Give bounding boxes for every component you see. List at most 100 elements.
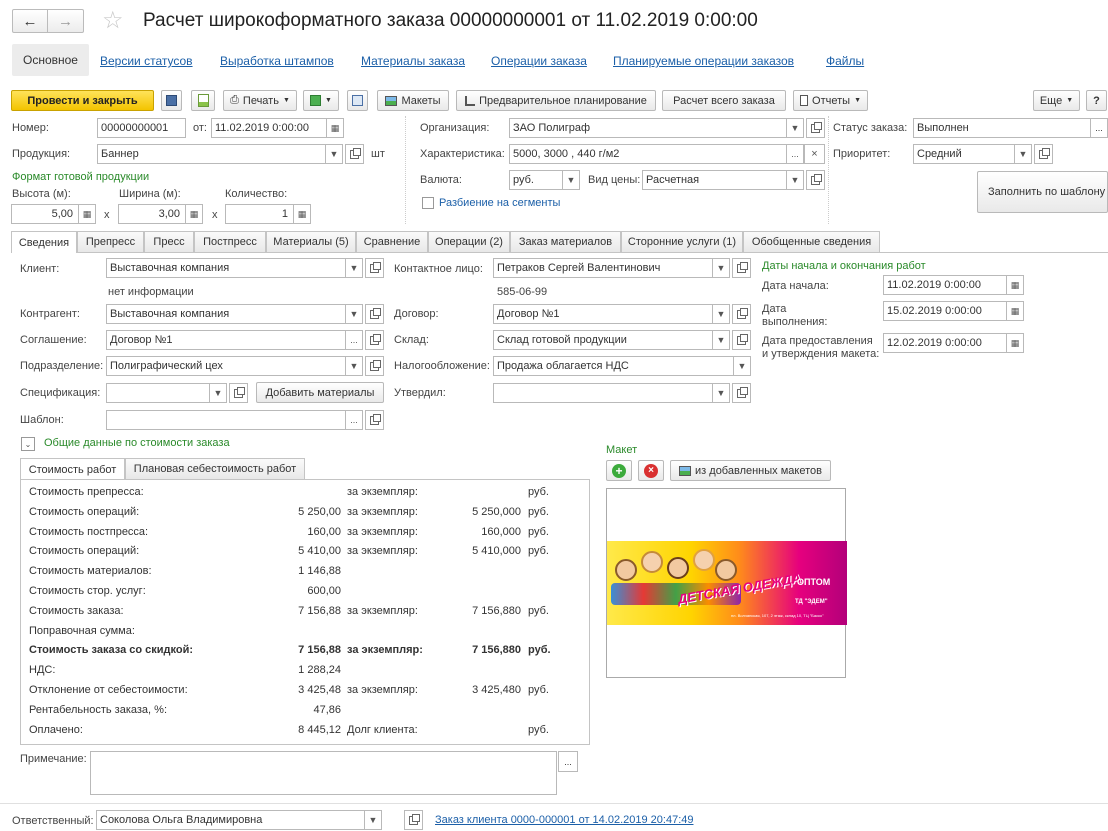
cost-tab-work[interactable]: Стоимость работ [20, 458, 125, 480]
calendar-icon[interactable]: ▦ [1006, 302, 1023, 320]
done-date-field[interactable]: 15.02.2019 0:00:00 ▦ [883, 301, 1024, 321]
calculator-icon[interactable]: ▦ [185, 205, 202, 223]
calc-all-button[interactable]: Расчет всего заказа [662, 90, 786, 111]
contact-open-button[interactable] [732, 258, 751, 278]
tab-operations[interactable]: Операции (2) [428, 231, 510, 252]
status-ellipsis-button[interactable]: ... [1090, 118, 1108, 138]
dropdown-arrow-icon[interactable]: ▼ [786, 171, 803, 189]
post-and-close-button[interactable]: Провести и закрыть [11, 90, 154, 111]
agreement-open-button[interactable] [365, 330, 384, 350]
height-field[interactable]: 5,00 ▦ [11, 204, 96, 224]
template-open-button[interactable] [365, 410, 384, 430]
ellipsis-icon[interactable]: ... [345, 331, 362, 349]
calculator-icon[interactable]: ▦ [293, 205, 310, 223]
calendar-icon[interactable]: ▦ [1006, 334, 1023, 352]
cost-tab-planned[interactable]: Плановая себестоимость работ [125, 458, 305, 479]
agreement-field[interactable]: Договор №1 ... [106, 330, 363, 350]
counterparty-field[interactable]: Выставочная компания ▼ [106, 304, 363, 324]
dropdown-arrow-icon[interactable]: ▼ [1014, 145, 1031, 163]
layouts-button[interactable]: Макеты [377, 90, 449, 111]
responsible-field[interactable]: Соколова Ольга Владимировна ▼ [96, 810, 382, 830]
segments-checkbox[interactable] [422, 197, 434, 209]
post-button[interactable] [191, 90, 215, 111]
create-based-on-button[interactable]: ▼ [303, 90, 339, 111]
topnav-item-planned-operations[interactable]: Планируемые операции заказов [613, 54, 794, 68]
more-button[interactable]: Еще ▼ [1033, 90, 1080, 111]
note-textarea[interactable] [90, 751, 557, 795]
template-field[interactable]: ... [106, 410, 363, 430]
structure-button[interactable] [347, 90, 368, 111]
favorite-star-icon[interactable]: ☆ [102, 6, 124, 35]
dropdown-arrow-icon[interactable]: ▼ [562, 171, 579, 189]
tab-external-services[interactable]: Сторонние услуги (1) [621, 231, 743, 252]
date-field[interactable]: 11.02.2019 0:00:00 ▦ [211, 118, 344, 138]
tax-field[interactable]: Продажа облагается НДС ▼ [493, 356, 751, 376]
tab-materials[interactable]: Материалы (5) [266, 231, 356, 252]
client-open-button[interactable] [365, 258, 384, 278]
characteristic-clear-button[interactable]: × [804, 144, 825, 164]
dropdown-arrow-icon[interactable]: ▼ [345, 305, 362, 323]
price-type-open-button[interactable] [806, 170, 825, 190]
topnav-item-order-materials[interactable]: Материалы заказа [361, 54, 465, 68]
contract-open-button[interactable] [732, 304, 751, 324]
currency-field[interactable]: руб. ▼ [509, 170, 580, 190]
product-open-button[interactable] [345, 144, 364, 164]
status-field[interactable]: Выполнен [913, 118, 1108, 138]
fill-by-template-button[interactable]: Заполнить по шаблону [977, 171, 1108, 213]
print-button[interactable]: ⎙ Печать ▼ [223, 90, 297, 111]
preplanning-button[interactable]: Предварительное планирование [456, 90, 656, 111]
cost-group-toggle[interactable]: ⌄ [21, 437, 35, 451]
help-button[interactable]: ? [1086, 90, 1107, 111]
approved-field[interactable]: ▼ [493, 383, 730, 403]
dropdown-arrow-icon[interactable]: ▼ [345, 357, 362, 375]
save-button[interactable] [161, 90, 182, 111]
characteristic-field[interactable]: 5000, 3000 , 440 г/м2 ... [509, 144, 804, 164]
tab-material-order[interactable]: Заказ материалов [510, 231, 621, 252]
add-layout-button[interactable]: + [606, 460, 632, 481]
contact-field[interactable]: Петраков Сергей Валентинович ▼ [493, 258, 730, 278]
spec-field[interactable]: ▼ [106, 383, 227, 403]
calculator-icon[interactable]: ▦ [78, 205, 95, 223]
product-field[interactable]: Баннер ▼ [97, 144, 343, 164]
layout-date-field[interactable]: 12.02.2019 0:00:00 ▦ [883, 333, 1024, 353]
number-field[interactable]: 00000000001 [97, 118, 186, 138]
start-date-field[interactable]: 11.02.2019 0:00:00 ▦ [883, 275, 1024, 295]
division-field[interactable]: Полиграфический цех ▼ [106, 356, 363, 376]
org-field[interactable]: ЗАО Полиграф ▼ [509, 118, 804, 138]
priority-open-button[interactable] [1034, 144, 1053, 164]
contract-field[interactable]: Договор №1 ▼ [493, 304, 730, 324]
topnav-item-main[interactable]: Основное [12, 44, 89, 76]
topnav-item-files[interactable]: Файлы [826, 54, 864, 68]
tab-comparison[interactable]: Сравнение [356, 231, 428, 252]
dropdown-arrow-icon[interactable]: ▼ [325, 145, 342, 163]
note-ellipsis-button[interactable]: ... [558, 751, 578, 772]
tab-press[interactable]: Пресс [144, 231, 194, 252]
dropdown-arrow-icon[interactable]: ▼ [364, 811, 381, 829]
add-materials-button[interactable]: Добавить материалы [256, 382, 384, 403]
tab-prepress[interactable]: Препресс [77, 231, 144, 252]
org-open-button[interactable] [806, 118, 825, 138]
ellipsis-icon[interactable]: ... [786, 145, 803, 163]
topnav-item-stamps[interactable]: Выработка штампов [220, 54, 334, 68]
responsible-open-button[interactable] [404, 810, 423, 830]
topnav-item-order-operations[interactable]: Операции заказа [491, 54, 587, 68]
dropdown-arrow-icon[interactable]: ▼ [712, 331, 729, 349]
topnav-item-status-versions[interactable]: Версии статусов [100, 54, 193, 68]
dropdown-arrow-icon[interactable]: ▼ [712, 305, 729, 323]
dropdown-arrow-icon[interactable]: ▼ [786, 119, 803, 137]
client-field[interactable]: Выставочная компания ▼ [106, 258, 363, 278]
qty-field[interactable]: 1 ▦ [225, 204, 311, 224]
calendar-icon[interactable]: ▦ [326, 119, 343, 137]
warehouse-open-button[interactable] [732, 330, 751, 350]
nav-forward-button[interactable]: → [48, 9, 84, 33]
ellipsis-icon[interactable]: ... [345, 411, 362, 429]
dropdown-arrow-icon[interactable]: ▼ [712, 259, 729, 277]
dropdown-arrow-icon[interactable]: ▼ [733, 357, 750, 375]
width-field[interactable]: 3,00 ▦ [118, 204, 203, 224]
dropdown-arrow-icon[interactable]: ▼ [345, 259, 362, 277]
dropdown-arrow-icon[interactable]: ▼ [209, 384, 226, 402]
calendar-icon[interactable]: ▦ [1006, 276, 1023, 294]
dropdown-arrow-icon[interactable]: ▼ [712, 384, 729, 402]
priority-field[interactable]: Средний ▼ [913, 144, 1032, 164]
nav-back-button[interactable]: ← [12, 9, 48, 33]
